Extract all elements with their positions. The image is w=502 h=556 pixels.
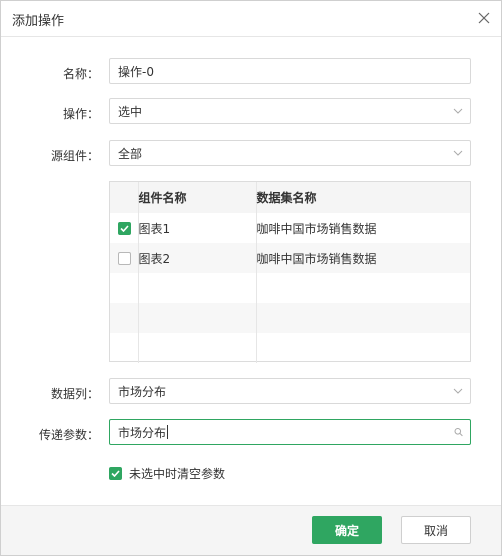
pass-param-label: 传递参数：: [38, 428, 99, 442]
table-row[interactable]: 图表1 咖啡中国市场销售数据: [110, 213, 470, 243]
pass-param-value: 市场分布: [118, 425, 167, 440]
source-component-value: 全部: [118, 146, 143, 161]
table-header-row: 组件名称 数据集名称: [110, 182, 470, 213]
chevron-down-icon: [453, 150, 463, 156]
check-icon: [111, 470, 120, 477]
text-caret: [167, 425, 169, 439]
row-check-cell: [110, 213, 138, 243]
table-header-dataset: 数据集名称: [255, 182, 470, 213]
table-header-component: 组件名称: [137, 182, 256, 213]
row-dataset-name: 咖啡中国市场销售数据: [255, 213, 470, 243]
dialog-footer: 确定 取消: [1, 505, 501, 555]
close-icon: [478, 12, 490, 24]
table-empty-row: [110, 303, 470, 333]
component-table: 组件名称 数据集名称 图表1 咖啡中国市场销售数据 图表2 咖啡中国市场销售数据: [109, 181, 471, 363]
source-component-select[interactable]: 全部: [109, 140, 471, 166]
chevron-down-icon: [453, 388, 463, 394]
dialog-title: 添加操作: [12, 14, 65, 29]
name-input-value: 操作-0: [118, 64, 154, 79]
operation-select[interactable]: 选中: [109, 98, 471, 124]
confirm-button[interactable]: 确定: [312, 516, 382, 544]
dialog-title-bar: 添加操作: [1, 1, 501, 37]
cancel-button[interactable]: 取消: [401, 516, 471, 544]
row-dataset-name: 咖啡中国市场销售数据: [255, 243, 470, 273]
data-column-value: 市场分布: [118, 384, 167, 399]
name-label: 名称：: [62, 67, 99, 81]
operation-select-value: 选中: [118, 104, 143, 119]
clear-param-label: 未选中时清空参数: [129, 467, 226, 481]
data-column-label: 数据列：: [50, 387, 99, 401]
data-column-select[interactable]: 市场分布: [109, 378, 471, 404]
operation-label: 操作：: [62, 107, 99, 121]
row-component-name: 图表2: [137, 243, 256, 273]
source-component-label: 源组件：: [50, 149, 99, 163]
name-input[interactable]: 操作-0: [109, 58, 471, 84]
chevron-down-icon: [453, 108, 463, 114]
row-checkbox[interactable]: [118, 251, 131, 265]
table-empty-row: [110, 333, 470, 363]
clear-param-option[interactable]: 未选中时清空参数: [109, 465, 225, 482]
close-button[interactable]: [473, 7, 495, 29]
pass-param-input[interactable]: 市场分布: [109, 419, 471, 445]
clear-param-checkbox[interactable]: [109, 467, 122, 480]
row-component-name: 图表1: [137, 213, 256, 243]
row-checkbox[interactable]: [118, 221, 131, 235]
add-operation-dialog: 添加操作 名称： 操作-0 操作： 选中 源组件： 全部 组件名称 数据集名称 …: [0, 0, 502, 556]
table-empty-row: [110, 273, 470, 303]
table-row[interactable]: 图表2 咖啡中国市场销售数据: [110, 243, 470, 273]
table-header-check: [110, 182, 138, 213]
row-check-cell: [110, 243, 138, 273]
check-icon: [120, 224, 129, 232]
search-icon[interactable]: [454, 428, 463, 437]
